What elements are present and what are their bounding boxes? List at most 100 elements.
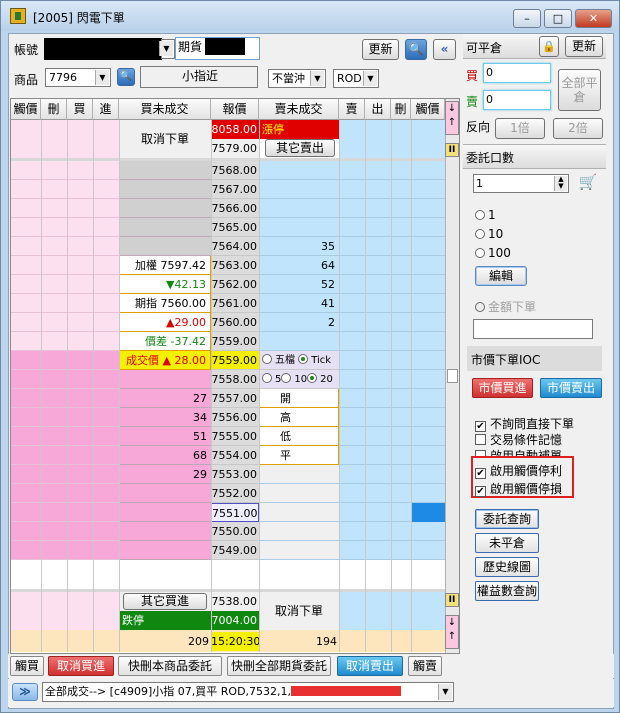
market-buy-button[interactable]: 市價買進: [472, 378, 533, 398]
order-type-dropdown[interactable]: ROD ▼: [333, 69, 379, 88]
product-search-icon[interactable]: 🔍: [117, 68, 135, 86]
quick-delete-all-button[interactable]: 快刪全部期貨委託: [227, 656, 331, 676]
buy-pending-cell[interactable]: 51: [119, 427, 211, 446]
order-query-button[interactable]: 委託查詢: [475, 509, 539, 529]
sell-click-cell[interactable]: [339, 484, 445, 503]
buy-pending-cell[interactable]: 27: [119, 389, 211, 408]
sell-pending-cell[interactable]: [259, 199, 339, 218]
minimize-button[interactable]: –: [513, 9, 541, 28]
spinner-arrows-icon[interactable]: ▲ ▼: [554, 176, 567, 191]
lower-cancel-order[interactable]: 取消下單: [259, 592, 339, 630]
buy-click-cell[interactable]: [11, 294, 119, 313]
sell-click-cell[interactable]: [339, 351, 445, 370]
close-pos-refresh-button[interactable]: 更新: [565, 36, 603, 57]
sell-pending-cell[interactable]: [259, 465, 339, 484]
sell-pending-cell[interactable]: [259, 541, 339, 560]
sell-click-cell[interactable]: [339, 332, 445, 351]
buy-pending-cell[interactable]: [119, 199, 211, 218]
sell-click-cell[interactable]: [339, 256, 445, 275]
buy-click-cell[interactable]: [11, 408, 119, 427]
depth-option-cell[interactable]: 五檔 Tick: [259, 351, 339, 370]
buy-pending-cell[interactable]: [119, 237, 211, 256]
buy-click-cell[interactable]: [11, 313, 119, 332]
sell-click-cell[interactable]: [339, 465, 445, 484]
checkbox-remember[interactable]: 交易條件記憶: [475, 431, 562, 448]
buy-click-cell[interactable]: [11, 427, 119, 446]
buy-pending-cell[interactable]: [119, 161, 211, 180]
sell-click-cell[interactable]: [339, 218, 445, 237]
amount-field[interactable]: [473, 319, 593, 339]
market-sell-button[interactable]: 市價賣出: [540, 378, 602, 398]
buy-click-cell[interactable]: [11, 389, 119, 408]
collapse-icon[interactable]: «: [433, 39, 456, 60]
scroll-to-bottom-icon[interactable]: ↓ ↑: [445, 615, 459, 649]
buy-click-cell[interactable]: [11, 275, 119, 294]
buy-click-cell[interactable]: [11, 522, 119, 541]
sell-click-cell[interactable]: [339, 161, 445, 180]
buy-pending-cell[interactable]: [119, 218, 211, 237]
pause-icon[interactable]: II: [445, 143, 459, 157]
cancel-sell-button[interactable]: 取消賣出: [337, 656, 403, 676]
close-all-button[interactable]: 全部平倉: [558, 69, 601, 111]
history-chart-button[interactable]: 歷史線圖: [475, 557, 539, 577]
sell-pending-cell[interactable]: 52: [259, 275, 339, 294]
quick-delete-product-button[interactable]: 快刪本商品委託: [118, 656, 222, 676]
cancel-buy-button[interactable]: 取消買進: [48, 656, 114, 676]
checkbox-stop-loss[interactable]: ✔ 啟用觸價停損: [475, 480, 562, 497]
maximize-button[interactable]: □: [544, 9, 572, 28]
sell-pending-cell[interactable]: 64: [259, 256, 339, 275]
buy-close-field[interactable]: 0: [483, 63, 551, 83]
trigger-buy-button[interactable]: 觸買: [10, 656, 44, 676]
sell-pending-cell[interactable]: [259, 180, 339, 199]
depth-option-cell[interactable]: 5 10 20: [259, 370, 339, 389]
sell-click-cell[interactable]: [339, 389, 445, 408]
buy-click-cell[interactable]: [11, 332, 119, 351]
buy-pending-cell[interactable]: [119, 541, 211, 560]
sell-click-cell[interactable]: [339, 275, 445, 294]
sell-click-cell[interactable]: [339, 408, 445, 427]
qty-spinner[interactable]: 1 ▲ ▼: [473, 174, 569, 193]
sell-click-cell[interactable]: [339, 199, 445, 218]
sell-pending-cell[interactable]: 41: [259, 294, 339, 313]
sell-click-cell[interactable]: [339, 237, 445, 256]
trigger-sell-button[interactable]: 觸賣: [408, 656, 442, 676]
sell-click-cell[interactable]: [339, 446, 445, 465]
sell-pending-cell[interactable]: [259, 522, 339, 541]
buy-click-cell[interactable]: [11, 446, 119, 465]
buy-pending-cell[interactable]: [119, 180, 211, 199]
other-buy-button[interactable]: 其它買進: [123, 593, 207, 610]
buy-pending-cell[interactable]: [119, 503, 211, 522]
pause-icon-bottom[interactable]: II: [445, 593, 459, 607]
buy-click-cell[interactable]: [11, 180, 119, 199]
buy-pending-cell[interactable]: 68: [119, 446, 211, 465]
checkbox-take-profit[interactable]: ✔ 啟用觸價停利: [475, 462, 562, 479]
product-code-dropdown[interactable]: 7796 ▼: [45, 68, 111, 87]
scroll-thumb[interactable]: [447, 369, 458, 383]
qty-option-10[interactable]: 10: [475, 227, 503, 241]
buy-pending-cell[interactable]: [119, 370, 211, 389]
upper-cancel-order[interactable]: 取消下單: [119, 120, 211, 158]
sell-pending-cell[interactable]: [259, 484, 339, 503]
sell-pending-cell[interactable]: 35: [259, 237, 339, 256]
checkbox-no-confirm[interactable]: ✔ 不詢問直接下單: [475, 415, 574, 432]
buy-click-cell[interactable]: [11, 541, 119, 560]
sell-click-cell[interactable]: [339, 370, 445, 389]
equity-query-button[interactable]: 權益數查詢: [475, 581, 539, 601]
edit-button[interactable]: 編輯: [475, 266, 527, 286]
cart-icon[interactable]: 🛒: [577, 172, 599, 193]
futures-account-field[interactable]: 期貨: [175, 37, 260, 60]
mult-1x-button[interactable]: 1倍: [495, 118, 545, 139]
sell-click-cell[interactable]: [339, 294, 445, 313]
buy-click-cell[interactable]: [11, 465, 119, 484]
buy-click-cell[interactable]: [11, 161, 119, 180]
sell-click-cell[interactable]: [339, 541, 445, 560]
buy-pending-cell[interactable]: 29: [119, 465, 211, 484]
sell-pending-cell[interactable]: [259, 503, 339, 522]
open-positions-button[interactable]: 未平倉: [475, 533, 539, 553]
buy-click-cell[interactable]: [11, 237, 119, 256]
buy-pending-cell[interactable]: 34: [119, 408, 211, 427]
sell-pending-cell[interactable]: [259, 161, 339, 180]
buy-click-cell[interactable]: [11, 351, 119, 370]
sell-pending-cell[interactable]: [259, 332, 339, 351]
buy-pending-cell[interactable]: [119, 522, 211, 541]
